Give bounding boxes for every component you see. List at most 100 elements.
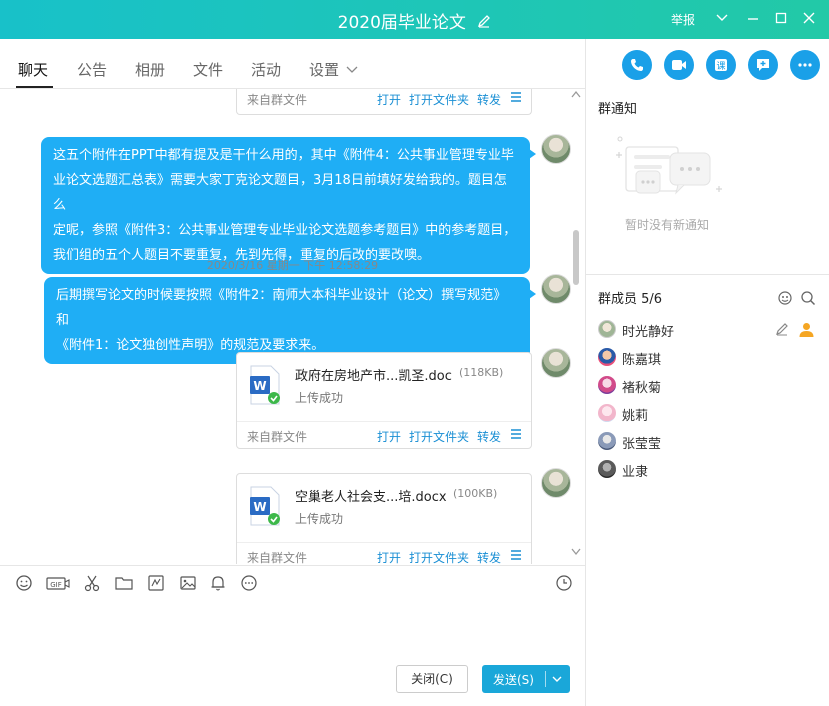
- maximize-icon[interactable]: [773, 10, 789, 26]
- word-doc-icon: W: [250, 365, 280, 405]
- file-forward-link[interactable]: 转发: [477, 428, 501, 445]
- tab-chat[interactable]: 聊天: [18, 59, 48, 80]
- member-item[interactable]: 张莹莹: [598, 432, 718, 454]
- file-menu-icon[interactable]: [510, 549, 522, 561]
- screenshot-scissors-icon[interactable]: [83, 574, 101, 592]
- avatar[interactable]: [541, 274, 571, 304]
- avatar[interactable]: [541, 134, 571, 164]
- voice-call-button[interactable]: [622, 50, 652, 80]
- tab-album[interactable]: 相册: [135, 59, 165, 80]
- more-options-icon[interactable]: [240, 574, 258, 592]
- send-button[interactable]: 发送(S): [482, 665, 570, 693]
- message-bubble[interactable]: 这五个附件在PPT中都有提及是干什么用的，其中《附件4：公共事业管理专业毕 业论…: [41, 137, 536, 274]
- send-options-chevron-icon[interactable]: [551, 673, 563, 685]
- search-icon[interactable]: [800, 290, 816, 306]
- share-screen-button[interactable]: [748, 50, 778, 80]
- gif-icon[interactable]: GIF: [46, 574, 70, 592]
- file-card[interactable]: W 空巢老人社会支...培.docx (100KB) 上传成功 来自群文件 打开…: [236, 473, 532, 564]
- video-icon: [672, 60, 686, 70]
- member-avatar: [598, 376, 616, 394]
- avatar[interactable]: [541, 348, 571, 378]
- scroll-up-arrow[interactable]: [571, 90, 581, 98]
- notice-section-title: 群通知: [598, 102, 638, 117]
- file-source-label: 来自群文件: [247, 93, 308, 107]
- file-size: (100KB): [453, 487, 498, 500]
- file-forward-link[interactable]: 转发: [477, 91, 501, 108]
- member-item[interactable]: 褚秋菊: [598, 376, 718, 398]
- group-name: 2020届毕业论文: [337, 13, 466, 33]
- file-menu-icon[interactable]: [510, 91, 522, 103]
- message-bubble[interactable]: 后期撰写论文的时候要按照《附件2：南师大本科毕业设计（论文）撰写规范》和 《附件…: [44, 277, 536, 364]
- file-card[interactable]: W 政府在房地产市...凯圣.doc (118KB) 上传成功 来自群文件 打开…: [236, 352, 532, 449]
- phone-icon: [631, 59, 643, 71]
- active-tab-indicator: [16, 86, 53, 88]
- send-button-label: 发送(S): [493, 673, 534, 687]
- member-item[interactable]: 姚莉: [598, 404, 718, 426]
- class-button[interactable]: 课: [706, 50, 736, 80]
- more-button[interactable]: [790, 50, 820, 80]
- file-forward-link[interactable]: 转发: [477, 549, 501, 564]
- svg-text:GIF: GIF: [50, 581, 62, 589]
- bell-icon[interactable]: [209, 574, 227, 592]
- scroll-down-arrow[interactable]: [571, 548, 581, 556]
- edit-title-icon[interactable]: [477, 14, 491, 28]
- file-open-folder-link[interactable]: 打开文件夹: [409, 91, 469, 108]
- chat-scrollbar-thumb[interactable]: [573, 230, 579, 285]
- message-line: 定呢，参照《附件3：公共事业管理专业毕业论文选题参考题目》中的参考题目，: [53, 223, 517, 238]
- file-open-link[interactable]: 打开: [377, 91, 401, 108]
- tab-activity[interactable]: 活动: [251, 59, 281, 80]
- send-button-separator: [545, 671, 546, 687]
- class-icon: 课: [715, 59, 727, 72]
- member-name: 时光静好: [622, 325, 675, 340]
- title-bar: 2020届毕业论文 举报: [0, 0, 829, 39]
- tab-settings[interactable]: 设置: [309, 59, 339, 80]
- owner-badge-icon: [799, 323, 814, 337]
- folder-icon[interactable]: [115, 574, 133, 592]
- file-source-label: 来自群文件: [247, 551, 308, 564]
- member-avatar: [598, 460, 616, 478]
- add-chat-icon: [757, 59, 769, 71]
- member-manage-icon[interactable]: [777, 290, 793, 306]
- member-name: 姚莉: [622, 409, 649, 424]
- file-open-folder-link[interactable]: 打开文件夹: [409, 549, 469, 564]
- file-name: 政府在房地产市...凯圣.doc: [295, 369, 452, 384]
- empty-notice-illustration: [616, 136, 722, 195]
- message-input[interactable]: [0, 601, 585, 656]
- member-avatar: [598, 348, 616, 366]
- member-name: 褚秋菊: [622, 381, 662, 396]
- chat-history[interactable]: 来自群文件 打开 打开文件夹 转发 这五个附件在PPT中都有提及是干什么用的，其…: [0, 89, 585, 564]
- file-menu-icon[interactable]: [510, 428, 522, 440]
- emoji-icon[interactable]: [15, 574, 33, 592]
- close-icon[interactable]: [801, 10, 817, 26]
- member-avatar: [598, 404, 616, 422]
- composer-toolbar: GIF: [0, 565, 585, 601]
- image-icon[interactable]: [179, 574, 197, 592]
- member-item[interactable]: 陈嘉琪: [598, 348, 718, 370]
- sticker-icon[interactable]: [147, 574, 165, 592]
- video-call-button[interactable]: [664, 50, 694, 80]
- report-button[interactable]: 举报: [671, 11, 695, 28]
- tab-files[interactable]: 文件: [193, 59, 223, 80]
- upload-status: 上传成功: [295, 391, 344, 405]
- svg-text:课: 课: [716, 61, 725, 72]
- member-item[interactable]: 业隶: [598, 460, 718, 482]
- tab-announcement[interactable]: 公告: [77, 59, 107, 80]
- history-clock-icon[interactable]: [555, 574, 573, 592]
- file-open-link[interactable]: 打开: [377, 428, 401, 445]
- chevron-down-icon[interactable]: [346, 64, 358, 74]
- message-line: 后期撰写论文的时候要按照《附件2：南师大本科毕业设计（论文）撰写规范》和: [56, 288, 507, 328]
- panel-divider: [585, 39, 586, 706]
- dropdown-menu-icon[interactable]: [714, 10, 730, 26]
- right-panel-divider: [586, 274, 829, 275]
- file-open-link[interactable]: 打开: [377, 549, 401, 564]
- close-button[interactable]: 关闭(C): [396, 665, 468, 693]
- edit-pencil-icon[interactable]: [775, 322, 789, 336]
- word-doc-icon: W: [250, 486, 280, 526]
- file-size: (118KB): [459, 366, 504, 379]
- avatar[interactable]: [541, 468, 571, 498]
- more-icon: [798, 63, 812, 67]
- minimize-icon[interactable]: [745, 10, 761, 26]
- member-item[interactable]: 时光静好: [598, 320, 814, 342]
- file-card-previous: 来自群文件 打开 打开文件夹 转发: [236, 89, 532, 115]
- file-open-folder-link[interactable]: 打开文件夹: [409, 428, 469, 445]
